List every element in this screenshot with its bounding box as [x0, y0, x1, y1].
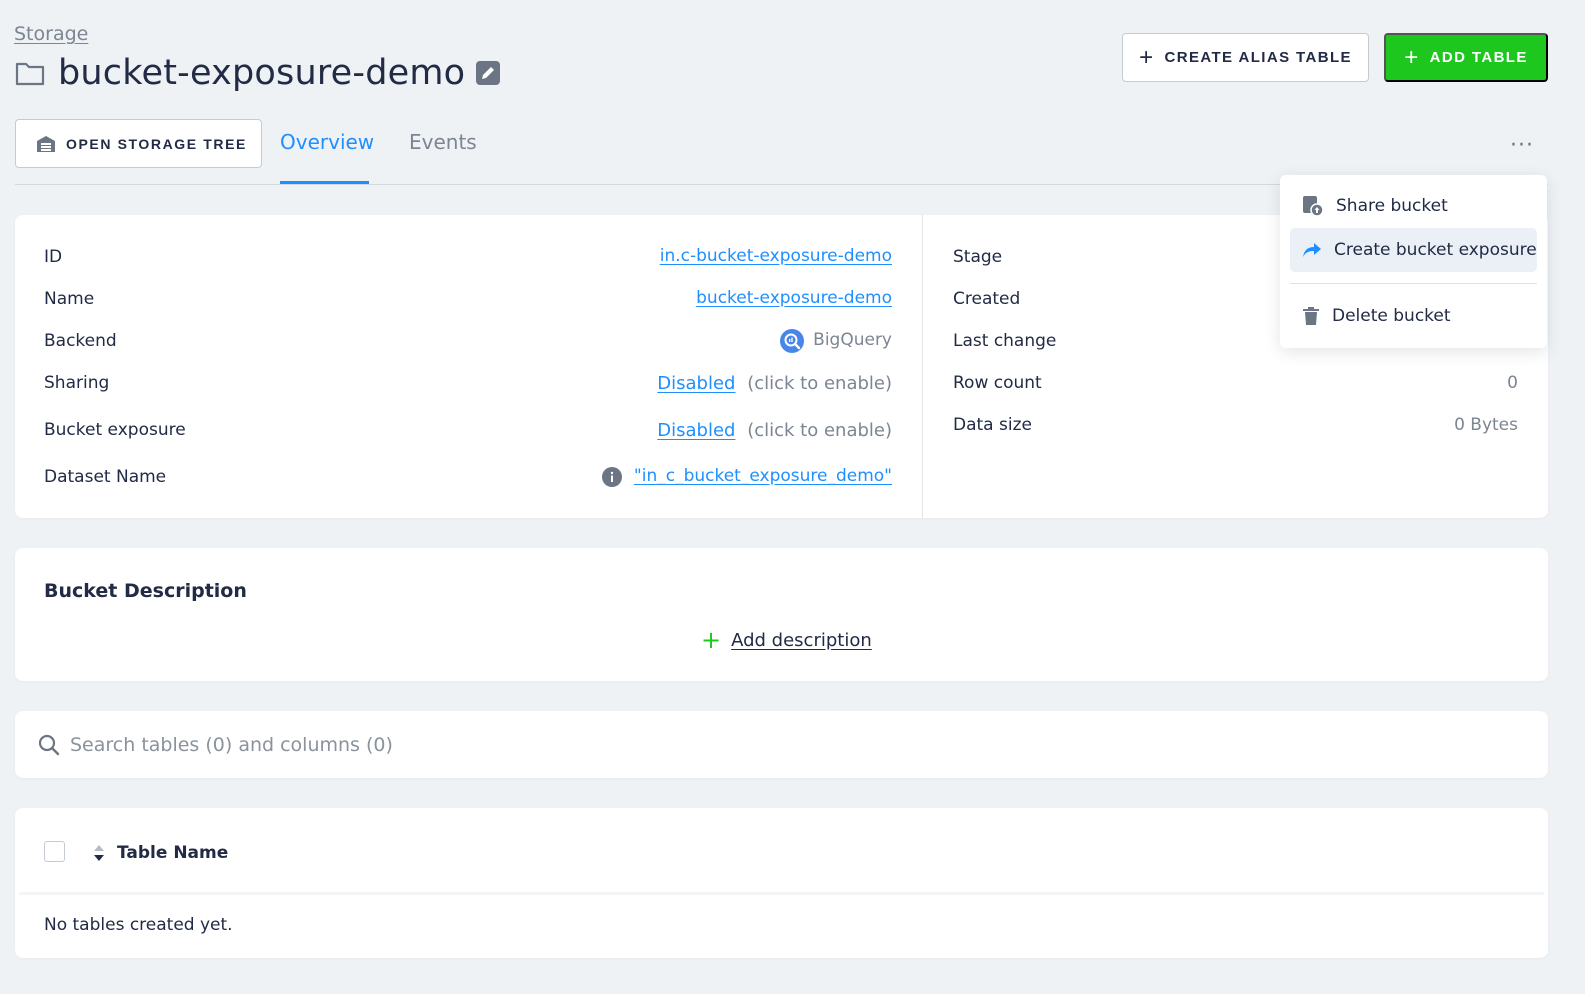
data-size-label: Data size	[953, 415, 1032, 435]
info-card-divider	[922, 215, 923, 518]
id-label: ID	[44, 247, 63, 267]
sharing-hint: (click to enable)	[747, 373, 892, 394]
id-value-link[interactable]: in.c-bucket-exposure-demo	[660, 246, 892, 266]
info-icon[interactable]	[602, 467, 622, 491]
warehouse-icon	[37, 135, 55, 152]
tab-overview[interactable]: Overview	[280, 130, 374, 154]
data-size-value: 0 Bytes	[1454, 415, 1518, 435]
tab-events[interactable]: Events	[409, 130, 477, 154]
dataset-name-label: Dataset Name	[44, 467, 167, 487]
plus-icon: +	[701, 626, 722, 654]
pencil-icon[interactable]	[475, 60, 501, 86]
sharing-label: Sharing	[44, 373, 110, 393]
create-bucket-exposure-label: Create bucket exposure	[1334, 240, 1537, 260]
tab-active-indicator	[280, 181, 369, 184]
empty-state-text: No tables created yet.	[44, 915, 233, 935]
bucket-exposure-value: Disabled (click to enable)	[657, 420, 892, 441]
add-table-label: ADD TABLE	[1429, 49, 1528, 66]
share-bucket-label: Share bucket	[1336, 196, 1448, 216]
share-arrow-icon	[1303, 243, 1321, 257]
name-value-link[interactable]: bucket-exposure-demo	[696, 288, 892, 308]
description-title: Bucket Description	[44, 580, 247, 602]
search-input[interactable]	[70, 728, 1520, 762]
more-actions-icon[interactable]: ···	[1510, 133, 1534, 158]
create-alias-table-label: CREATE ALIAS TABLE	[1164, 49, 1352, 66]
page-title: bucket-exposure-demo	[58, 53, 466, 93]
share-bucket-icon	[1303, 196, 1324, 217]
dataset-name-link[interactable]: "in_c_bucket_exposure_demo"	[634, 466, 892, 486]
exposure-status-link[interactable]: Disabled	[657, 420, 735, 441]
page-title-row: bucket-exposure-demo	[14, 52, 501, 94]
plus-icon: +	[1404, 43, 1420, 71]
add-description-label: Add description	[731, 629, 872, 651]
sharing-value: Disabled (click to enable)	[657, 373, 892, 394]
add-description-link[interactable]: + Add description	[701, 628, 872, 652]
create-alias-table-button[interactable]: + CREATE ALIAS TABLE	[1122, 33, 1369, 82]
menu-item-share-bucket[interactable]: Share bucket	[1290, 184, 1537, 228]
row-count-label: Row count	[953, 373, 1042, 393]
add-table-button[interactable]: + ADD TABLE	[1384, 33, 1548, 82]
folder-icon	[15, 62, 45, 86]
name-label: Name	[44, 289, 95, 309]
menu-item-create-bucket-exposure[interactable]: Create bucket exposure	[1290, 228, 1537, 272]
exposure-hint: (click to enable)	[747, 420, 892, 441]
sort-icon[interactable]	[92, 844, 106, 862]
stage-label: Stage	[953, 247, 1003, 267]
trash-icon	[1303, 307, 1319, 325]
last-change-label: Last change	[953, 331, 1057, 351]
plus-icon: +	[1139, 43, 1155, 71]
bucket-description-card	[15, 548, 1548, 681]
open-storage-tree-button[interactable]: OPEN STORAGE TREE	[15, 119, 262, 168]
open-storage-tree-label: OPEN STORAGE TREE	[66, 135, 247, 152]
backend-label: Backend	[44, 331, 117, 351]
menu-separator	[1290, 283, 1537, 284]
backend-value: BigQuery	[813, 330, 892, 350]
select-all-checkbox[interactable]	[44, 841, 65, 862]
search-icon	[38, 734, 60, 756]
tables-card	[15, 808, 1548, 958]
sharing-status-link[interactable]: Disabled	[657, 373, 735, 394]
created-label: Created	[953, 289, 1021, 309]
table-name-header[interactable]: Table Name	[117, 843, 228, 863]
breadcrumb-storage[interactable]: Storage	[14, 23, 88, 45]
delete-bucket-label: Delete bucket	[1332, 306, 1451, 326]
bucket-exposure-label: Bucket exposure	[44, 420, 186, 440]
menu-item-delete-bucket[interactable]: Delete bucket	[1290, 294, 1537, 338]
row-count-value: 0	[1507, 373, 1518, 393]
header-separator	[19, 892, 1544, 895]
bigquery-icon	[779, 328, 805, 358]
